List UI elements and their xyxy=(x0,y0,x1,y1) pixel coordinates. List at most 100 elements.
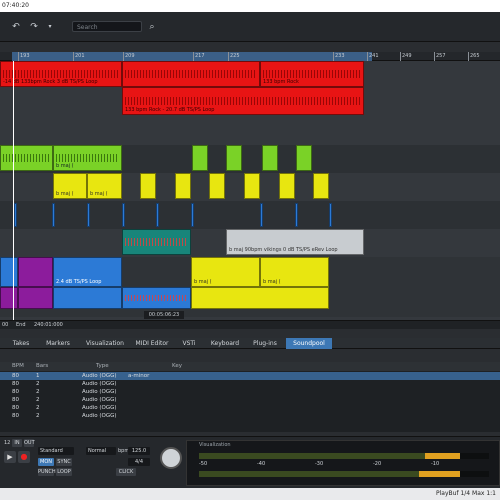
audio-clip[interactable] xyxy=(209,173,225,199)
list-item[interactable]: 80 2 Audio (OGG) xyxy=(0,404,500,412)
mon-button[interactable]: MON xyxy=(38,458,54,466)
tab-vsti[interactable]: VSTi xyxy=(176,338,202,349)
loop-button[interactable]: LOOP xyxy=(56,468,72,476)
chevron-down-icon[interactable]: ▾ xyxy=(44,21,56,33)
sync-button[interactable]: SYNC xyxy=(56,458,72,466)
audio-clip[interactable]: -14 dB 133bpm Rock 3 dB TS/PS Loop xyxy=(0,61,122,87)
play-icon[interactable]: ▶ xyxy=(4,451,16,463)
audio-clip[interactable]: 2.4 dB TS/PS Loop xyxy=(53,257,122,287)
audio-clip[interactable] xyxy=(140,173,156,199)
audio-clip[interactable] xyxy=(0,287,18,309)
list-item[interactable]: 80 2 Audio (OGG) xyxy=(0,412,500,420)
audio-clip[interactable]: 133 bpm Rock - 20.7 dB TS/PS Loop xyxy=(122,87,364,115)
audio-clip[interactable] xyxy=(313,173,329,199)
audio-clip[interactable] xyxy=(14,203,17,227)
ruler-tick: 249 xyxy=(400,52,412,61)
tab-plugins[interactable]: Plug-ins xyxy=(248,338,282,349)
audio-clip[interactable] xyxy=(122,61,260,87)
audio-clip[interactable] xyxy=(296,145,312,171)
ruler-tick: 209 xyxy=(123,52,135,61)
loop-range[interactable] xyxy=(12,52,372,61)
audio-clip[interactable] xyxy=(52,203,55,227)
audio-clip[interactable] xyxy=(0,257,18,287)
tab-markers[interactable]: Markers xyxy=(40,338,76,349)
time-signature-field[interactable]: 4/4 xyxy=(128,458,150,466)
audio-clip[interactable]: b maj 90bpm vikings 0 dB TS/PS eRev Loop xyxy=(226,229,364,255)
soundpool-list: BPM Bars Type Key 80 1 Audio (OGG) a-min… xyxy=(0,362,500,432)
audio-clip[interactable] xyxy=(295,203,298,227)
arranger-area[interactable]: -14 dB 133bpm Rock 3 dB TS/PS Loop 133 b… xyxy=(0,61,500,320)
audio-clip[interactable] xyxy=(0,145,53,171)
cell-type: Audio (OGG) xyxy=(82,413,117,419)
audio-clip[interactable] xyxy=(53,287,122,309)
clip-label: b maj ( xyxy=(56,191,74,197)
audio-clip[interactable] xyxy=(226,145,242,171)
audio-clip[interactable] xyxy=(156,203,159,227)
audio-clip[interactable] xyxy=(122,229,191,255)
timeline-ruler[interactable]: 193 201 209 217 225 233 241 249 257 265 xyxy=(0,52,500,61)
column-header[interactable]: Type xyxy=(96,362,109,371)
punch-button[interactable]: PUNCH xyxy=(38,468,56,476)
cell-bars: 2 xyxy=(36,381,40,387)
clip-label: b maj ( xyxy=(263,279,281,285)
column-header[interactable]: Key xyxy=(172,362,182,371)
list-item[interactable]: 80 1 Audio (OGG) a-minor xyxy=(0,372,500,380)
audio-clip[interactable]: b maj ( xyxy=(191,257,260,287)
column-header[interactable]: Bars xyxy=(36,362,48,371)
audio-clip[interactable] xyxy=(191,203,194,227)
start-value: 00 xyxy=(2,322,9,328)
audio-clip[interactable] xyxy=(122,203,125,227)
timebase-select[interactable]: Normal xyxy=(86,447,116,455)
record-icon[interactable]: ● xyxy=(18,451,30,463)
list-item[interactable]: 80 2 Audio (OGG) xyxy=(0,388,500,396)
cell-type: Audio (OGG) xyxy=(82,389,117,395)
meter-right xyxy=(199,471,489,477)
ruler-tick: 193 xyxy=(18,52,30,61)
tab-midi-editor[interactable]: MIDI Editor xyxy=(132,338,172,349)
volume-knob[interactable] xyxy=(160,447,182,469)
end-value: 240:01:000 xyxy=(34,322,63,328)
redo-icon[interactable]: ↷ xyxy=(28,21,40,33)
audio-clip[interactable] xyxy=(87,203,90,227)
meter-tick: -40 xyxy=(257,461,266,467)
audio-clip[interactable]: b maj ( xyxy=(260,257,329,287)
audio-clip[interactable] xyxy=(192,145,208,171)
audio-clip[interactable]: 133 bpm Rock xyxy=(260,61,364,87)
visualization-panel: Visualization -50 -40 -30 -20 -10 xyxy=(186,440,500,486)
audio-clip[interactable] xyxy=(244,173,260,199)
audio-clip[interactable]: b maj ( xyxy=(87,173,122,199)
audio-clip[interactable] xyxy=(279,173,295,199)
audio-clip[interactable] xyxy=(260,203,263,227)
undo-icon[interactable]: ↶ xyxy=(10,21,22,33)
clip-label: b maj ( xyxy=(56,163,74,169)
playhead[interactable] xyxy=(13,61,14,320)
meter-tick: -20 xyxy=(373,461,382,467)
cell-type: Audio (OGG) xyxy=(82,381,117,387)
list-item[interactable]: 80 2 Audio (OGG) xyxy=(0,396,500,404)
clip-label: b maj ( xyxy=(90,191,108,197)
tab-keyboard[interactable]: Keyboard xyxy=(206,338,244,349)
mode-select[interactable]: Standard xyxy=(38,447,74,455)
clip-label: 2.4 dB TS/PS Loop xyxy=(56,279,102,285)
tab-takes[interactable]: Takes xyxy=(4,338,38,349)
audio-clip[interactable]: b maj ( xyxy=(53,145,122,171)
list-item[interactable]: 80 2 Audio (OGG) xyxy=(0,380,500,388)
tab-visualization[interactable]: Visualization xyxy=(80,338,130,349)
audio-clip[interactable] xyxy=(18,287,53,309)
out-button[interactable]: OUT xyxy=(24,439,35,447)
audio-clip[interactable] xyxy=(175,173,191,199)
search-icon[interactable]: ⌕ xyxy=(146,21,158,33)
tab-soundpool[interactable]: Soundpool xyxy=(286,338,332,349)
audio-clip[interactable] xyxy=(329,203,332,227)
click-button[interactable]: CLICK xyxy=(116,468,136,476)
in-button[interactable]: IN xyxy=(12,439,22,447)
audio-clip[interactable] xyxy=(191,287,329,309)
search-input[interactable]: Search xyxy=(72,21,142,32)
column-header[interactable]: BPM xyxy=(12,362,24,371)
audio-clip[interactable]: b maj ( xyxy=(53,173,87,199)
audio-clip[interactable] xyxy=(122,287,191,309)
cell-bpm: 80 xyxy=(12,397,19,403)
audio-clip[interactable] xyxy=(18,257,53,287)
audio-clip[interactable] xyxy=(262,145,278,171)
bpm-field[interactable]: 125.0 xyxy=(128,447,150,455)
